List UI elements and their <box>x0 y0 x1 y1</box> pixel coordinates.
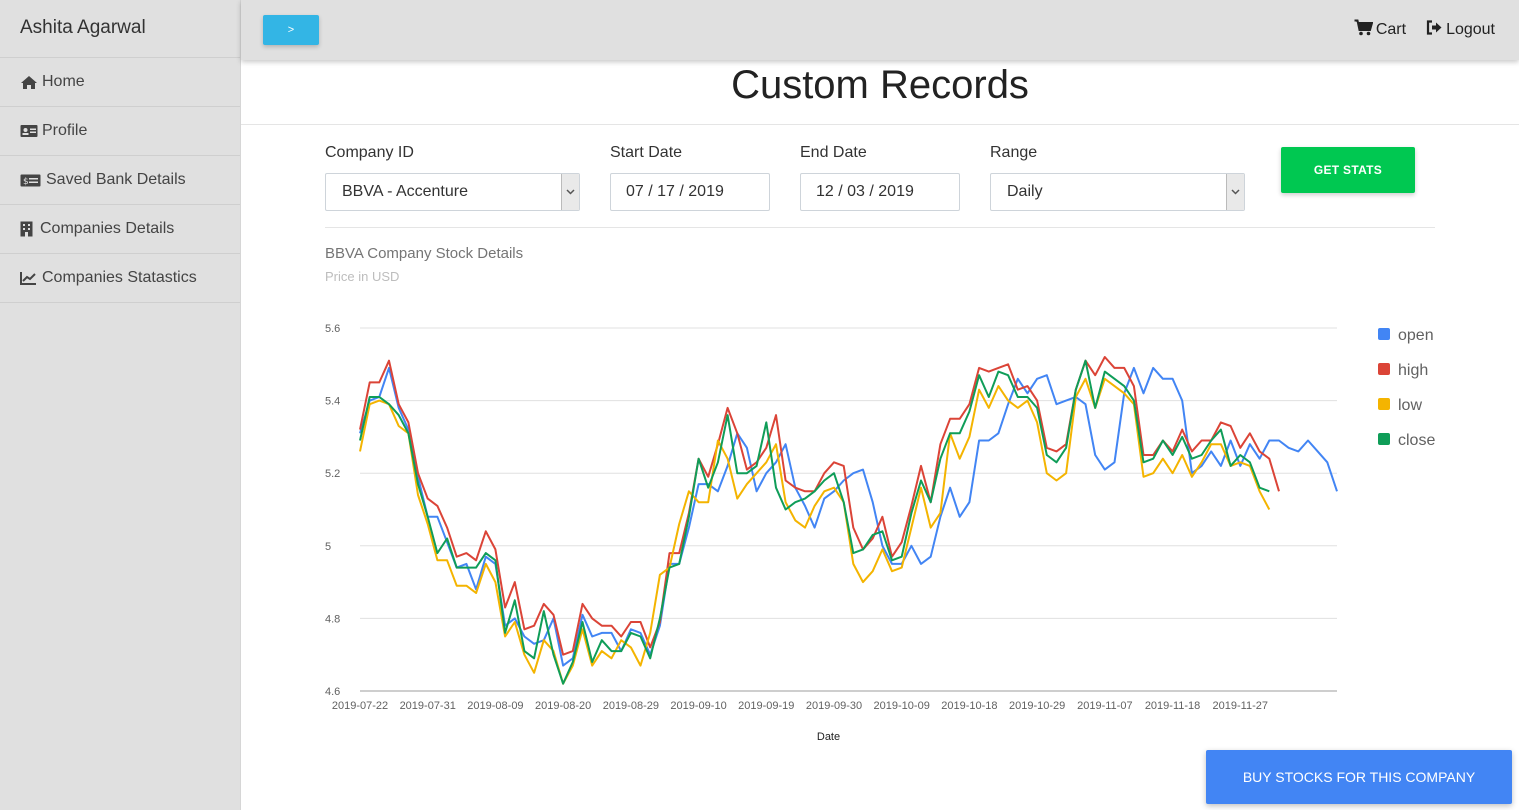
x-tick-label: 2019-09-30 <box>806 700 862 712</box>
x-tick-label: 2019-07-22 <box>332 700 388 712</box>
range-value: Daily <box>1007 183 1043 200</box>
chevron-down-icon <box>1226 174 1244 210</box>
sidebar-item-companies-details[interactable]: Companies Details <box>0 205 240 254</box>
buy-stocks-button[interactable]: BUY STOCKS FOR THIS COMPANY <box>1206 750 1512 804</box>
x-tick-label: 2019-08-29 <box>603 700 659 712</box>
shopping-cart-icon <box>1354 19 1374 41</box>
x-tick-label: 2019-10-29 <box>1009 700 1065 712</box>
legend-swatch-close <box>1378 433 1390 445</box>
series-line-low <box>359 377 1271 685</box>
legend-swatch-low <box>1378 398 1390 410</box>
legend-label-low: low <box>1398 397 1422 414</box>
sidebar-item-companies-statistics[interactable]: Companies Statastics <box>0 254 240 303</box>
line-chart-icon <box>20 270 40 286</box>
top-links: Cart Logout <box>1354 19 1495 41</box>
end-date-label: End Date <box>800 144 867 161</box>
x-tick-label: 2019-10-09 <box>874 700 930 712</box>
page-title: Custom Records <box>731 63 1029 107</box>
stock-line-chart: 4.6 4.8 5 5.2 5.4 5.6 2019-07-22 2019-07-31 2019… <box>325 323 1435 743</box>
y-tick-label: 5 <box>325 541 331 553</box>
y-tick-label: 5.6 <box>325 323 340 335</box>
sidebar-toggle-button[interactable]: > <box>263 15 319 45</box>
range-select[interactable]: Daily <box>990 173 1245 211</box>
x-tick-label: 2019-11-18 <box>1145 700 1200 712</box>
cart-link[interactable]: Cart <box>1354 19 1406 41</box>
x-tick-label: 2019-07-31 <box>400 700 456 712</box>
sidebar-item-saved-bank-details[interactable]: $ Saved Bank Details <box>0 156 240 205</box>
y-tick-label: 4.8 <box>325 613 340 625</box>
legend-swatch-open <box>1378 328 1390 340</box>
y-tick-label: 5.4 <box>325 396 340 408</box>
title-divider <box>241 124 1519 125</box>
x-tick-label: 2019-11-07 <box>1077 700 1132 712</box>
start-date-label: Start Date <box>610 144 683 161</box>
x-tick-label: 2019-08-09 <box>467 700 523 712</box>
sign-out-icon <box>1426 20 1443 40</box>
sidebar: Ashita Agarwal Home Profile $ Saved Bank… <box>0 0 241 810</box>
sidebar-item-home[interactable]: Home <box>0 58 240 107</box>
legend-label-close: close <box>1398 432 1435 449</box>
building-icon <box>20 221 38 237</box>
series-line-high <box>359 356 1280 656</box>
sidebar-item-profile[interactable]: Profile <box>0 107 240 156</box>
top-navbar: > Cart Logout <box>241 0 1519 60</box>
x-tick-label: 2019-09-10 <box>670 700 726 712</box>
y-tick-label: 4.6 <box>325 686 340 698</box>
sidebar-item-label: Companies Details <box>40 220 175 237</box>
x-tick-label: 2019-10-18 <box>941 700 997 712</box>
form-divider <box>325 227 1435 228</box>
sidebar-item-label: Saved Bank Details <box>46 171 186 188</box>
id-card-icon <box>20 123 40 139</box>
legend-label-high: high <box>1398 362 1428 379</box>
company-id-select[interactable]: BBVA - Accenture <box>325 173 580 211</box>
sidebar-item-label: Profile <box>42 122 88 139</box>
chevron-down-icon <box>561 174 579 210</box>
series-line-close <box>359 359 1270 685</box>
x-tick-label: 2019-11-27 <box>1213 700 1268 712</box>
range-label: Range <box>990 144 1038 161</box>
sidebar-user-name: Ashita Agarwal <box>0 0 240 58</box>
end-date-input[interactable]: 12 / 03 / 2019 <box>800 173 960 211</box>
logout-link[interactable]: Logout <box>1426 19 1495 41</box>
y-tick-label: 5.2 <box>325 468 340 480</box>
x-tick-label: 2019-08-20 <box>535 700 591 712</box>
money-bill-icon: $ <box>20 172 44 188</box>
svg-text:$: $ <box>23 177 29 187</box>
x-axis-label: Date <box>817 731 840 743</box>
sidebar-item-label: Companies Statastics <box>42 269 197 286</box>
legend-label-open: open <box>1398 327 1434 344</box>
sidebar-item-label: Home <box>42 73 85 90</box>
chart-subtitle: Price in USD <box>325 269 400 284</box>
cart-label: Cart <box>1375 21 1407 38</box>
get-stats-button[interactable]: GET STATS <box>1281 147 1415 193</box>
chart-title: BBVA Company Stock Details <box>325 245 524 262</box>
series-line-open <box>359 366 1338 667</box>
company-id-value: BBVA - Accenture <box>342 183 468 200</box>
start-date-input[interactable]: 07 / 17 / 2019 <box>610 173 770 211</box>
x-tick-label: 2019-09-19 <box>738 700 794 712</box>
legend-swatch-high <box>1378 363 1390 375</box>
home-icon <box>20 74 40 90</box>
logout-label: Logout <box>1446 21 1495 38</box>
company-id-label: Company ID <box>325 144 414 161</box>
